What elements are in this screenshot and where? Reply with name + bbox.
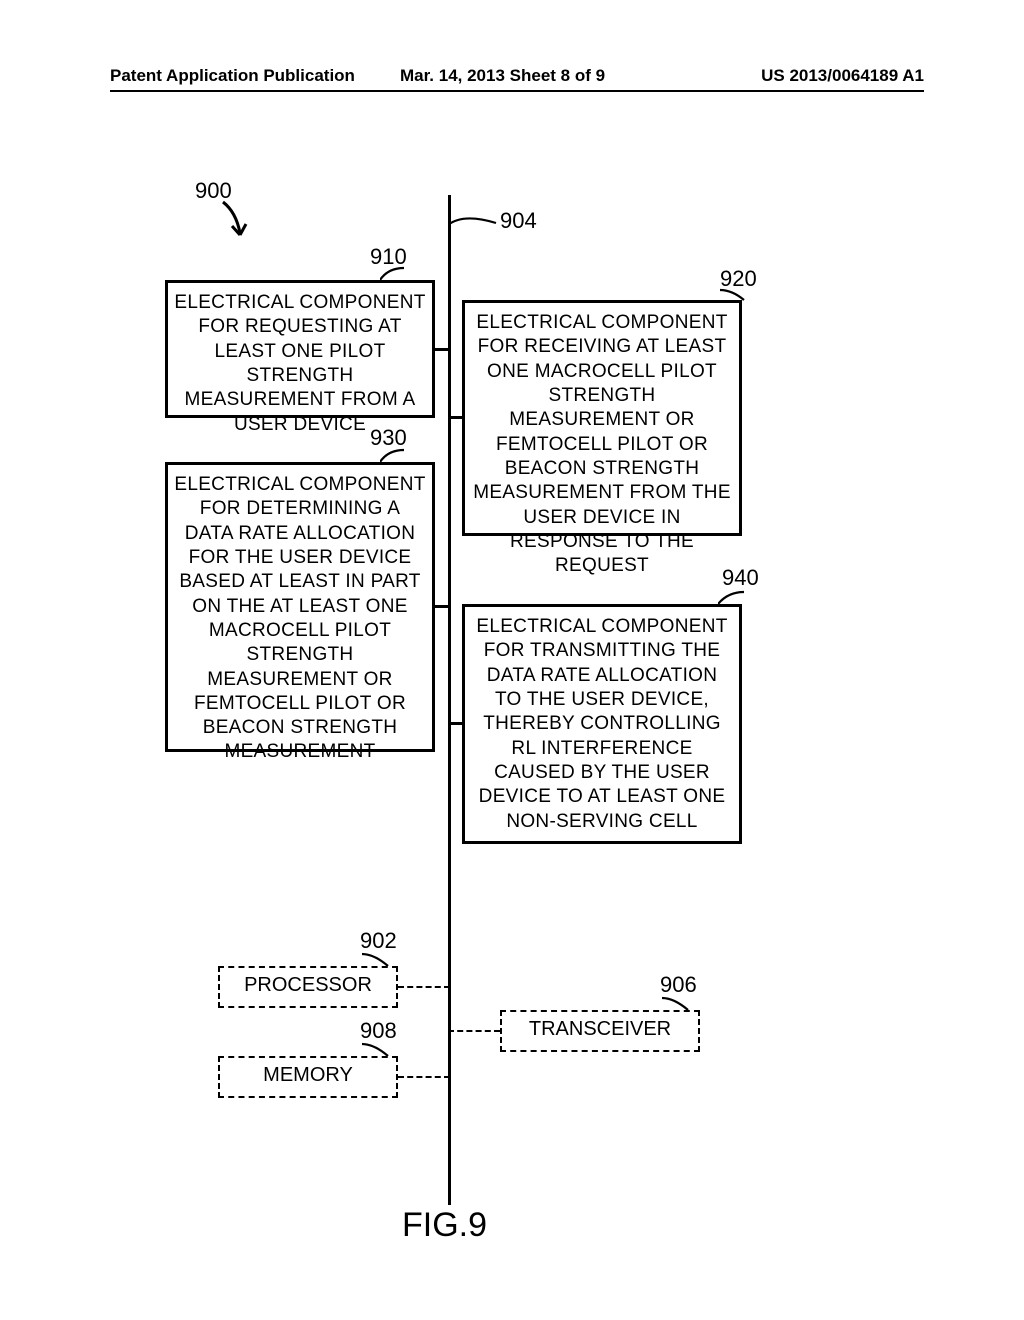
leader-910 xyxy=(380,266,405,282)
center-line xyxy=(448,195,451,1205)
ref-908: 908 xyxy=(360,1018,397,1044)
box-memory: MEMORY xyxy=(218,1056,398,1098)
box-930: ELECTRICAL COMPONENT FOR DETERMINING A D… xyxy=(165,462,435,752)
processor-text: PROCESSOR xyxy=(244,974,372,996)
connector-transceiver xyxy=(448,1030,500,1032)
leader-930 xyxy=(380,448,405,464)
leader-908 xyxy=(362,1042,390,1058)
page: Patent Application Publication Mar. 14, … xyxy=(0,0,1024,1320)
memory-text: MEMORY xyxy=(263,1064,353,1086)
connector-930 xyxy=(435,605,450,608)
box-920-text: ELECTRICAL COMPONENT FOR RECEIVING AT LE… xyxy=(473,312,731,576)
connector-910 xyxy=(435,348,450,351)
connector-940 xyxy=(448,722,464,725)
connector-920 xyxy=(448,416,464,419)
box-transceiver: TRANSCEIVER xyxy=(500,1010,700,1052)
leader-902 xyxy=(362,952,390,968)
header-left: Patent Application Publication xyxy=(110,66,355,86)
leader-904 xyxy=(448,215,498,235)
arrow-900-icon xyxy=(218,200,248,245)
figure-label: FIG.9 xyxy=(402,1206,487,1245)
ref-906: 906 xyxy=(660,972,697,998)
leader-906 xyxy=(662,996,690,1012)
box-940-text: ELECTRICAL COMPONENT FOR TRANSMITTING TH… xyxy=(476,616,727,832)
page-header: Patent Application Publication Mar. 14, … xyxy=(110,88,924,92)
ref-940: 940 xyxy=(722,565,759,591)
transceiver-text: TRANSCEIVER xyxy=(529,1018,671,1040)
box-920: ELECTRICAL COMPONENT FOR RECEIVING AT LE… xyxy=(462,300,742,536)
box-910-text: ELECTRICAL COMPONENT FOR REQUESTING AT L… xyxy=(174,292,425,435)
box-910: ELECTRICAL COMPONENT FOR REQUESTING AT L… xyxy=(165,280,435,418)
leader-920 xyxy=(720,288,745,302)
connector-memory xyxy=(398,1076,450,1078)
connector-processor xyxy=(398,986,450,988)
leader-940 xyxy=(718,590,746,606)
header-middle: Mar. 14, 2013 Sheet 8 of 9 xyxy=(400,66,605,86)
ref-904: 904 xyxy=(500,208,537,234)
header-right: US 2013/0064189 A1 xyxy=(761,66,924,86)
ref-902: 902 xyxy=(360,928,397,954)
box-processor: PROCESSOR xyxy=(218,966,398,1008)
box-930-text: ELECTRICAL COMPONENT FOR DETERMINING A D… xyxy=(174,474,425,762)
box-940: ELECTRICAL COMPONENT FOR TRANSMITTING TH… xyxy=(462,604,742,844)
